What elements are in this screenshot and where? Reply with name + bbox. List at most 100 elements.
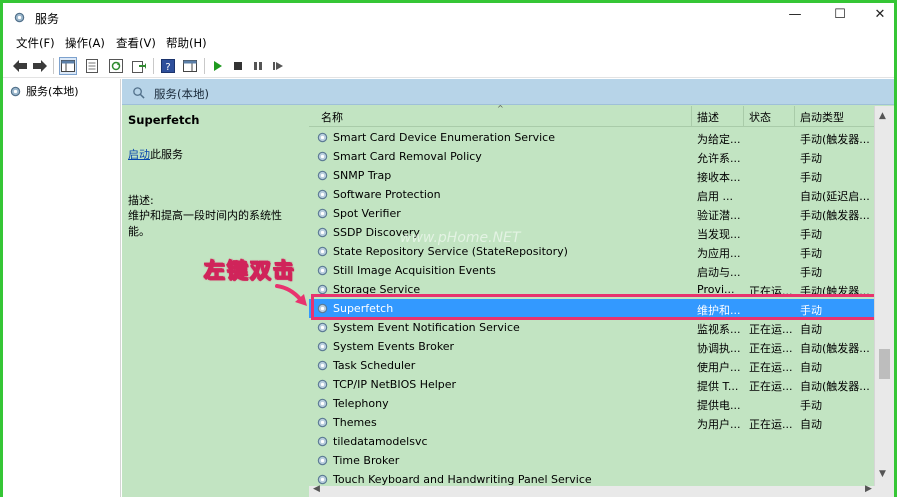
service-gear-icon	[317, 455, 328, 466]
column-separator[interactable]	[743, 106, 744, 127]
service-name: Time Broker	[333, 454, 400, 467]
toolbar-separator	[53, 58, 54, 74]
services-gear-icon	[14, 12, 25, 23]
console-tree: 服务(本地)	[3, 79, 121, 497]
console-tree-icon[interactable]	[59, 57, 77, 75]
service-row[interactable]: Time Broker	[309, 451, 874, 470]
service-description: 提供电...	[697, 399, 741, 412]
service-gear-icon	[317, 379, 328, 390]
service-startup-type: 自动(延迟启...	[800, 190, 870, 203]
column-status[interactable]: 状态	[749, 109, 771, 125]
restart-icon[interactable]	[269, 57, 287, 75]
service-startup-type: 自动(触发器...	[800, 342, 870, 355]
column-separator[interactable]	[794, 106, 795, 127]
menu-action[interactable]: 操作(A)	[65, 35, 105, 51]
service-gear-icon	[317, 398, 328, 409]
menu-help[interactable]: 帮助(H)	[166, 35, 207, 51]
service-name: Touch Keyboard and Handwriting Panel Ser…	[333, 473, 592, 486]
service-name: Themes	[333, 416, 377, 429]
service-startup-type: 手动(触发器...	[800, 285, 870, 298]
service-gear-icon	[317, 284, 328, 295]
minimize-button[interactable]: —	[773, 5, 817, 27]
service-status: 正在运...	[749, 323, 793, 336]
service-row[interactable]: Storage Service Provi... 正在运... 手动(触发器...	[309, 280, 874, 299]
service-row[interactable]: System Events Broker 协调执... 正在运... 自动(触发器..…	[309, 337, 874, 356]
window-title: 服务	[35, 12, 60, 26]
service-row[interactable]: Still Image Acquisition Events 启动与... 手动	[309, 261, 874, 280]
service-startup-type: 手动	[800, 304, 822, 317]
service-row[interactable]: Smart Card Device Enumeration Service 为给定…	[309, 128, 874, 147]
service-name: Storage Service	[333, 283, 421, 296]
service-status: 正在运...	[749, 285, 793, 298]
service-row[interactable]: Task Scheduler 使用户... 正在运... 自动	[309, 356, 874, 375]
service-startup-type: 手动	[800, 228, 822, 241]
vertical-scrollbar[interactable]: ▲ ▼	[874, 106, 894, 486]
column-name[interactable]: 名称	[321, 109, 343, 125]
service-name: Still Image Acquisition Events	[333, 264, 496, 277]
refresh-icon[interactable]	[107, 57, 125, 75]
service-row[interactable]: SNMP Trap 接收本... 手动	[309, 166, 874, 185]
action-pane-icon[interactable]	[181, 57, 199, 75]
scroll-down-icon[interactable]: ▼	[879, 469, 886, 479]
service-row[interactable]: Software Protection 启用 ... 自动(延迟启...	[309, 185, 874, 204]
menu-view[interactable]: 查看(V)	[116, 35, 156, 51]
column-separator[interactable]	[691, 106, 692, 127]
title-bar: 服务 — ☐ ✕	[3, 3, 894, 31]
service-description: 允许系...	[697, 152, 741, 165]
service-description: 当发现...	[697, 228, 741, 241]
export-list-icon[interactable]	[130, 57, 148, 75]
service-startup-type: 自动	[800, 323, 822, 336]
pause-icon[interactable]	[249, 57, 267, 75]
service-gear-icon	[317, 303, 328, 314]
service-row[interactable]: State Repository Service (StateRepositor…	[309, 242, 874, 261]
service-startup-type: 手动	[800, 399, 822, 412]
close-button[interactable]: ✕	[858, 5, 897, 27]
forward-arrow-icon[interactable]	[31, 57, 49, 75]
scroll-right-icon[interactable]: ▶	[865, 484, 872, 494]
service-row[interactable]: Telephony 提供电... 手动	[309, 394, 874, 413]
service-description: 为用户...	[697, 418, 741, 431]
service-row[interactable]: Superfetch 维护和... 手动	[309, 299, 874, 318]
service-name: TCP/IP NetBIOS Helper	[333, 378, 457, 391]
service-gear-icon	[317, 322, 328, 333]
services-list: ^ 名称 描述 状态 启动类型 Smart Card Device Enumer…	[309, 104, 894, 497]
scroll-left-icon[interactable]: ◀	[313, 484, 320, 494]
service-startup-type: 手动	[800, 152, 822, 165]
play-icon[interactable]	[209, 57, 227, 75]
service-row[interactable]: tiledatamodelsvc	[309, 432, 874, 451]
toolbar-separator	[204, 58, 205, 74]
service-row[interactable]: Smart Card Removal Policy 允许系... 手动	[309, 147, 874, 166]
service-row[interactable]: Spot Verifier 验证潜... 手动(触发器...	[309, 204, 874, 223]
scroll-thumb[interactable]	[879, 349, 890, 379]
service-name: SNMP Trap	[333, 169, 392, 182]
service-row[interactable]: TCP/IP NetBIOS Helper 提供 T... 正在运... 自动(触发器…	[309, 375, 874, 394]
service-row[interactable]: System Event Notification Service 监视系... 正…	[309, 318, 874, 337]
service-startup-type: 手动	[800, 266, 822, 279]
tree-item-services-local[interactable]: 服务(本地)	[9, 83, 79, 99]
column-startup-type[interactable]: 启动类型	[800, 109, 844, 125]
service-gear-icon	[317, 341, 328, 352]
menu-file[interactable]: 文件(F)	[16, 35, 55, 51]
start-service-link[interactable]: 启动	[128, 148, 150, 161]
service-name: Smart Card Device Enumeration Service	[333, 131, 555, 144]
watermark: www.pHome.NET	[400, 230, 521, 246]
back-arrow-icon[interactable]	[11, 57, 29, 75]
service-description: 启用 ...	[697, 190, 733, 203]
service-row[interactable]: SSDP Discovery 当发现... 手动	[309, 223, 874, 242]
service-row[interactable]: Themes 为用户... 正在运... 自动	[309, 413, 874, 432]
service-gear-icon	[317, 265, 328, 276]
column-description[interactable]: 描述	[697, 109, 719, 125]
service-gear-icon	[317, 436, 328, 447]
stop-icon[interactable]	[229, 57, 247, 75]
scroll-up-icon[interactable]: ▲	[879, 111, 886, 121]
service-status: 正在运...	[749, 361, 793, 374]
services-gear-icon	[10, 86, 21, 96]
service-description: 为给定...	[697, 133, 741, 146]
maximize-button[interactable]: ☐	[818, 5, 862, 27]
help-icon[interactable]: ?	[159, 57, 177, 75]
properties-icon[interactable]	[83, 57, 101, 75]
column-header: ^ 名称 描述 状态 启动类型	[309, 104, 894, 127]
service-description: 提供 T...	[697, 380, 739, 393]
horizontal-scrollbar[interactable]: ◀ ▶	[309, 484, 894, 497]
service-startup-type: 手动(触发器...	[800, 209, 870, 222]
